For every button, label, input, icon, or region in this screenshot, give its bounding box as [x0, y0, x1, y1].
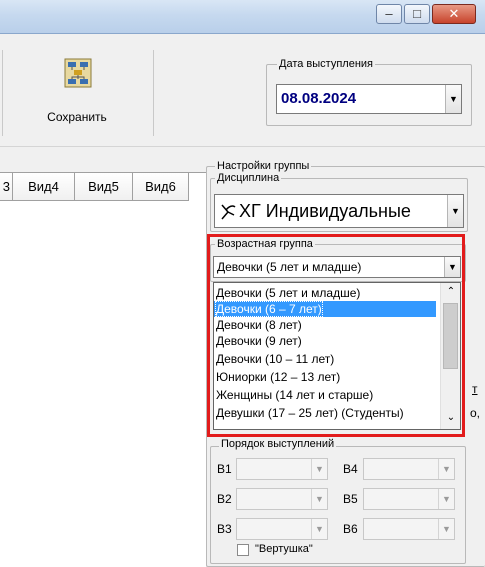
date-group-label: Дата выступления: [277, 58, 375, 70]
spin-checkbox[interactable]: [237, 544, 249, 556]
slot-select-b3[interactable]: ▼: [236, 518, 328, 540]
chevron-down-icon[interactable]: ▼: [311, 519, 327, 539]
close-button[interactable]: ✕: [432, 4, 476, 24]
slot-label: В2: [217, 492, 232, 506]
column-header[interactable]: Вид6: [133, 173, 189, 201]
slot-label: В3: [217, 522, 232, 536]
slot-label: В6: [343, 522, 358, 536]
save-structure-icon: [64, 58, 92, 88]
chevron-down-icon[interactable]: ▼: [438, 519, 454, 539]
chevron-down-icon[interactable]: ▼: [447, 195, 463, 227]
discipline-value: ХГ Индивидуальные: [239, 201, 411, 221]
slot-select-b2[interactable]: ▼: [236, 488, 328, 510]
chevron-down-icon[interactable]: ▼: [311, 489, 327, 509]
slot-select-b4[interactable]: ▼: [363, 458, 455, 480]
date-value: 08.08.2024: [281, 90, 357, 107]
save-label: Сохранить: [47, 110, 107, 124]
chevron-down-icon[interactable]: ▼: [438, 459, 454, 479]
date-picker[interactable]: 08.08.2024 ▼: [276, 84, 462, 114]
spin-label: "Вертушка": [255, 543, 313, 555]
gymnast-ribbon-icon: [219, 202, 237, 222]
slot-select-b1[interactable]: ▼: [236, 458, 328, 480]
slot-label: В4: [343, 462, 358, 476]
slot-label: В5: [343, 492, 358, 506]
discipline-select[interactable]: ХГ Индивидуальные ▼: [214, 194, 464, 228]
column-header[interactable]: 3: [0, 173, 13, 201]
chevron-down-icon[interactable]: ▼: [438, 489, 454, 509]
cut-off-text: т: [472, 382, 478, 396]
discipline-label: Дисциплина: [215, 172, 282, 184]
maximize-button[interactable]: □: [404, 4, 430, 24]
data-grid: 3 Вид4 Вид5 Вид6: [0, 172, 206, 567]
slot-label: В1: [217, 462, 232, 476]
group-settings-title: Настройки группы: [215, 160, 312, 172]
order-group-label: Порядок выступлений: [219, 438, 337, 450]
highlight-frame: [207, 234, 465, 437]
cut-off-text: о,: [470, 406, 481, 420]
slot-select-b5[interactable]: ▼: [363, 488, 455, 510]
chevron-down-icon[interactable]: ▼: [445, 85, 461, 113]
chevron-down-icon[interactable]: ▼: [311, 459, 327, 479]
slot-select-b6[interactable]: ▼: [363, 518, 455, 540]
column-header[interactable]: Вид4: [13, 173, 75, 201]
column-header[interactable]: Вид5: [75, 173, 133, 201]
minimize-button[interactable]: ‒: [376, 4, 402, 24]
